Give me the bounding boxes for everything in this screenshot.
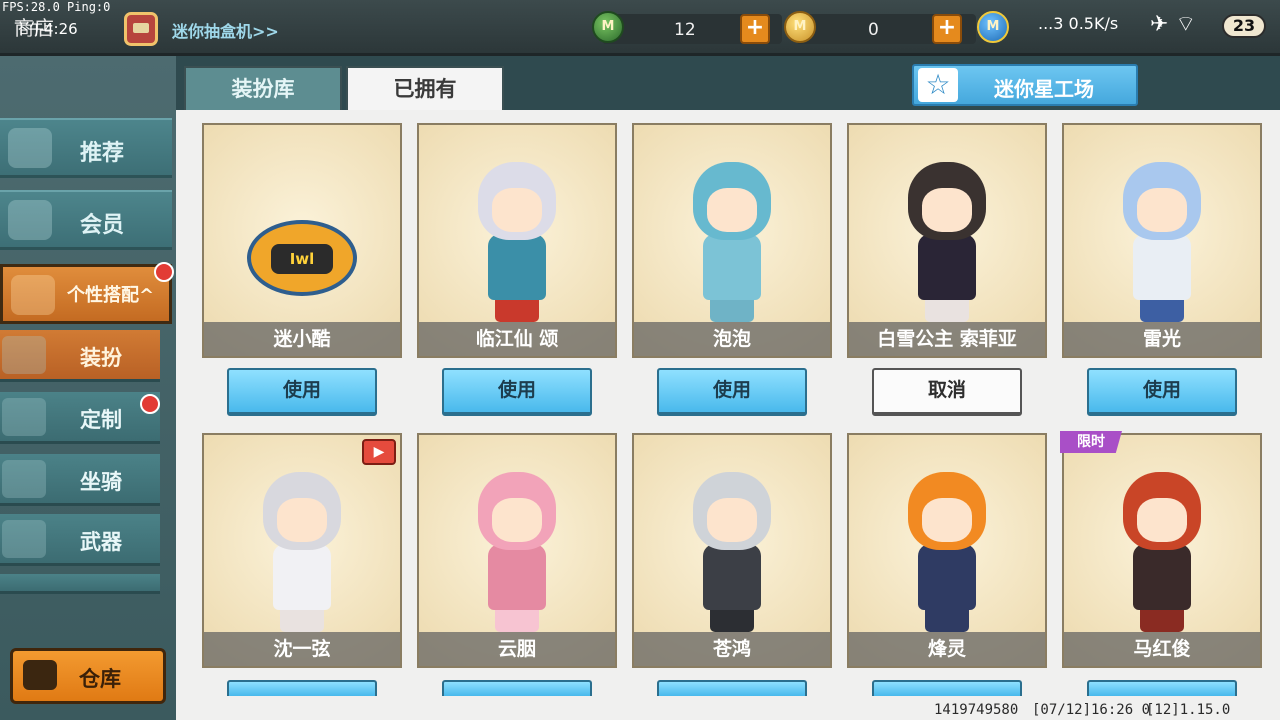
outfit-card[interactable]: 苍鸿 — [632, 433, 832, 668]
use-button[interactable]: 使用 — [657, 368, 807, 416]
add-mini-bean-button[interactable]: + — [740, 14, 770, 44]
gacha-link[interactable]: 迷你抽盒机>> — [172, 18, 279, 42]
outfit-card[interactable]: 限时 马红俊 — [1060, 431, 1262, 668]
sidebar-item-label: 会员 — [80, 213, 125, 238]
sidebar-item-outfit[interactable]: 装扮 — [0, 330, 160, 382]
warehouse-button[interactable]: 仓库 — [10, 648, 166, 704]
outfit-name: 苍鸿 — [634, 632, 830, 666]
outfit-name: 马红俊 — [1064, 632, 1260, 666]
sidebar-item-label: 坐骑 — [80, 470, 122, 494]
tab-wardrobe[interactable]: 装扮库 — [184, 66, 342, 112]
outfit-name: 白雪公主 索菲亚 — [849, 322, 1045, 356]
build-date: [07/12]16:26 0 — [1032, 702, 1151, 718]
video-play-icon: ▶ — [362, 439, 396, 465]
outfit-name: 烽灵 — [849, 632, 1045, 666]
outfit-name: 云胭 — [419, 632, 615, 666]
character-preview — [908, 162, 986, 322]
saddle-icon — [2, 460, 46, 498]
outfit-card[interactable]: 泡泡 — [632, 123, 832, 358]
use-button[interactable] — [872, 680, 1022, 696]
outfit-card[interactable]: 临江仙 颂 — [417, 123, 617, 358]
shirt-icon — [2, 336, 46, 374]
sidebar-item-member[interactable]: 会员 — [0, 190, 172, 250]
outfit-name: 沈一弦 — [204, 632, 400, 666]
tab-owned[interactable]: 已拥有 — [346, 66, 504, 112]
wifi-icon: ✈ ⌔ — [1150, 12, 1197, 37]
mini-workshop-label: 迷你星工场 — [994, 77, 1094, 101]
top-bar: FPS:28.0 Ping:0 商店 下午4:26 迷你抽盒机>> M 12 +… — [0, 0, 1280, 56]
sidebar-item-label: 装扮 — [80, 346, 122, 370]
mini-workshop-button[interactable]: ☆ 迷你星工场 — [912, 64, 1138, 106]
character-preview — [1123, 472, 1201, 632]
sidebar-item-custom[interactable]: 定制 — [0, 392, 160, 444]
sidebar-item-personal-outfit[interactable]: 个性搭配^ — [0, 264, 172, 324]
outfit-card[interactable]: ▶ 沈一弦 — [202, 433, 402, 668]
use-button[interactable] — [442, 680, 592, 696]
sidebar-item-weapon[interactable]: 武器 — [0, 514, 160, 566]
gacha-machine-icon[interactable] — [124, 12, 158, 46]
use-button[interactable]: 使用 — [1087, 368, 1237, 416]
star-icon: ☆ — [918, 68, 958, 102]
outfit-card[interactable]: 云胭 — [417, 433, 617, 668]
gun-icon — [2, 520, 46, 558]
sidebar-item-label: 推荐 — [80, 141, 125, 166]
add-mini-coin-button[interactable]: + — [932, 14, 962, 44]
battery-indicator: 23 — [1222, 14, 1266, 38]
character-preview — [478, 472, 556, 632]
outfit-card[interactable]: 白雪公主 索菲亚 — [847, 123, 1047, 358]
trophy-icon — [11, 275, 55, 315]
sidebar-item-label: 定制 — [80, 408, 122, 432]
use-button[interactable] — [657, 680, 807, 696]
sidebar-item-partial[interactable] — [0, 574, 160, 594]
character-preview — [908, 472, 986, 632]
limited-time-badge: 限时 — [1060, 431, 1122, 453]
use-button[interactable] — [227, 680, 377, 696]
chest-icon — [23, 660, 57, 690]
use-button[interactable]: 使用 — [442, 368, 592, 416]
use-button[interactable] — [1087, 680, 1237, 696]
outfit-card[interactable]: Iwl 迷小酷 — [202, 123, 402, 358]
notification-dot — [140, 394, 160, 414]
outfit-card[interactable]: 烽灵 — [847, 433, 1047, 668]
outfit-card[interactable]: 雷光 — [1062, 123, 1262, 358]
character-preview — [478, 162, 556, 322]
mini-coin-icon: M — [784, 11, 816, 43]
character-preview — [693, 162, 771, 322]
use-button[interactable]: 使用 — [227, 368, 377, 416]
mini-bean-icon: M — [592, 11, 624, 43]
member-badge-icon — [8, 200, 52, 240]
mini-points-icon[interactable]: M — [977, 11, 1009, 43]
status-time: 下午4:26 — [14, 20, 78, 38]
cancel-button[interactable]: 取消 — [872, 368, 1022, 416]
outfit-name: 迷小酷 — [204, 322, 400, 356]
notification-dot — [154, 262, 174, 282]
character-preview — [693, 472, 771, 632]
mini-coin-count: 0 — [868, 20, 879, 40]
outfit-name: 临江仙 颂 — [419, 322, 615, 356]
mini-bean-count: 12 — [674, 20, 696, 40]
character-preview — [1123, 162, 1201, 322]
network-speed: ...3 0.5K/s — [1038, 14, 1119, 33]
sidebar-item-recommend[interactable]: 推荐 — [0, 118, 172, 178]
character-preview: Iwl — [247, 220, 357, 296]
outfit-name: 泡泡 — [634, 322, 830, 356]
sidebar-item-mount[interactable]: 坐骑 — [0, 454, 160, 506]
user-id: 1419749580 — [934, 702, 1019, 718]
sidebar-item-label: 武器 — [80, 530, 122, 554]
outfit-name: 雷光 — [1064, 322, 1260, 356]
warehouse-label: 仓库 — [79, 667, 121, 691]
pencil-ruler-icon — [2, 398, 46, 436]
character-preview — [263, 472, 341, 632]
thumbs-up-icon — [8, 128, 52, 168]
app-version: [12]1.15.0 — [1146, 702, 1231, 718]
sidebar-item-label: 个性搭配^ — [67, 285, 155, 306]
